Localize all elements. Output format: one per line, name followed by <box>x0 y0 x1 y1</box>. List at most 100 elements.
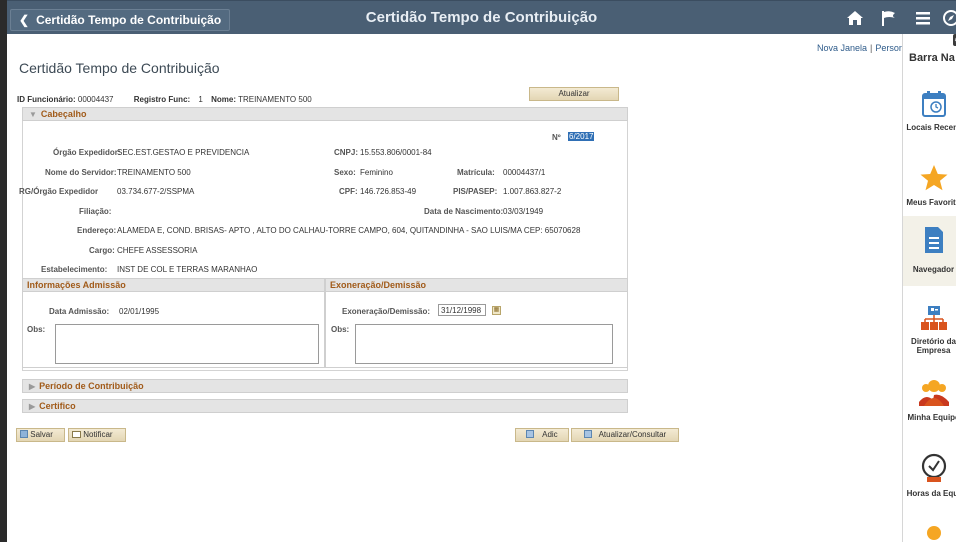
nome-value: TREINAMENTO 500 <box>238 95 312 104</box>
header-links: Nova Janela | Persona <box>817 43 909 53</box>
add-icon <box>526 430 535 438</box>
nav-item-locais-recentes[interactable]: Locais Recent <box>903 84 956 146</box>
orgao-value: SEC.EST.GESTAO E PREVIDENCIA <box>117 148 250 157</box>
calendar-icon[interactable]: ▦ <box>492 306 501 315</box>
id-funcionario-label: ID Funcionário: <box>17 95 76 104</box>
admissao-header: Informações Admissão <box>23 279 324 292</box>
cpf-value: 146.726.853-49 <box>360 187 417 196</box>
adic-button[interactable]: Adic <box>515 428 569 442</box>
admissao-obs-textarea[interactable] <box>55 324 319 364</box>
matricula-value: 00004437/1 <box>503 168 546 177</box>
favoritos-label: Meus Favorito <box>906 198 956 207</box>
atualizar-button[interactable]: Atualizar <box>529 87 619 101</box>
numero-value[interactable]: 6/2017 <box>568 132 595 141</box>
cargo-value: CHEFE ASSESSORIA <box>117 246 198 255</box>
org-chart-icon <box>920 306 947 330</box>
id-funcionario-value: 00004437 <box>77 95 114 104</box>
nome-label: Nome: <box>211 95 236 104</box>
nav-bar-panel: Barra Na Locais Recent Meus Favorito Nav <box>902 34 956 542</box>
atualizar-consultar-label: Atualizar/Consultar <box>598 430 667 439</box>
nav-item-partial[interactable] <box>903 524 956 542</box>
numero-label: Nº <box>552 133 561 142</box>
adic-label: Adic <box>542 430 558 439</box>
certifico-section-header[interactable]: ▶ Certifico <box>22 399 628 413</box>
salvar-label: Salvar <box>30 430 53 439</box>
nav-item-navegador[interactable]: Navegador <box>903 216 956 286</box>
nav-item-favoritos[interactable]: Meus Favorito <box>903 159 956 221</box>
nav-item-diretorio[interactable]: Diretório da Empresa <box>903 304 956 370</box>
exoneracao-label: Exoneração/Demissão: <box>342 307 431 316</box>
estabelecimento-label: Estabelecimento: <box>41 265 108 274</box>
horas-equipe-label: Horas da Equi <box>906 489 956 498</box>
cargo-label: Cargo: <box>89 246 115 255</box>
filiacao-label: Filiação: <box>79 207 112 216</box>
person-icon <box>926 526 941 540</box>
exoneracao-header: Exoneração/Demissão <box>326 279 627 292</box>
home-icon[interactable] <box>845 9 865 29</box>
cpf-label: CPF: <box>339 187 358 196</box>
top-bar: ❮ Certidão Tempo de Contribuição Certidão… <box>7 0 956 34</box>
mail-icon <box>72 431 81 438</box>
periodo-title: Período de Contribuição <box>39 381 144 391</box>
sexo-label: Sexo: <box>334 168 356 177</box>
employee-id-row: ID Funcionário: 00004437 Registro Func: … <box>17 95 312 104</box>
pis-label: PIS/PASEP: <box>453 187 498 196</box>
collapse-triangle-icon: ▼ <box>29 110 37 119</box>
orgao-label: Órgão Expedidor: <box>53 148 121 157</box>
exoneracao-date-input[interactable]: 31/12/1998 <box>438 304 486 316</box>
cnpj-label: CNPJ: <box>334 148 359 157</box>
minha-equipe-label: Minha Equipe <box>907 413 956 422</box>
data-admissao-value: 02/01/1995 <box>119 307 160 316</box>
nav-bar-title: Barra Na <box>909 52 955 64</box>
nome-servidor-value: TREINAMENTO 500 <box>117 168 191 177</box>
certifico-title: Certifico <box>39 401 76 411</box>
flag-icon[interactable] <box>879 9 899 29</box>
nascimento-value: 03/03/1949 <box>503 207 544 216</box>
locais-recentes-label: Locais Recent <box>906 123 956 132</box>
admissao-obs-label: Obs: <box>27 325 46 334</box>
nav-item-horas-equipe[interactable]: Horas da Equi <box>903 452 956 512</box>
nova-janela-link[interactable]: Nova Janela <box>817 43 867 53</box>
matricula-label: Matrícula: <box>457 168 495 177</box>
nav-item-minha-equipe[interactable]: Minha Equipe <box>903 378 956 434</box>
data-admissao-label: Data Admissão: <box>49 307 110 316</box>
navegador-label: Navegador <box>912 265 955 274</box>
endereco-value: ALAMEDA E, COND. BRISAS- APTO , ALTO DO … <box>117 226 581 235</box>
sexo-value: Feminino <box>360 168 393 177</box>
notificar-button[interactable]: Notificar <box>68 428 126 442</box>
salvar-button[interactable]: Salvar <box>16 428 65 442</box>
estabelecimento-value: INST DE COL E TERRAS MARANHAO <box>117 265 258 274</box>
endereco-label: Endereço: <box>77 226 117 235</box>
star-icon <box>920 165 947 191</box>
team-icon <box>918 380 949 406</box>
search-icon <box>583 430 592 438</box>
app-title: Certidão Tempo de Contribuição <box>365 9 598 26</box>
app-window: ❮ Certidão Tempo de Contribuição Certidão… <box>0 0 956 542</box>
nascimento-label: Data de Nascimento: <box>424 207 504 216</box>
pis-value: 1.007.863.827-2 <box>503 187 562 196</box>
rg-label: RG/Órgão Expedidor <box>19 187 99 196</box>
cabecalho-section-header[interactable]: ▼ Cabeçalho <box>22 107 628 121</box>
diretorio-label-2: Empresa <box>916 346 951 355</box>
exoneracao-obs-label: Obs: <box>331 325 350 334</box>
clock-icon <box>921 453 946 482</box>
registro-value: 1 <box>198 95 203 104</box>
recent-places-icon <box>921 91 946 117</box>
expand-triangle-icon: ▶ <box>29 382 36 391</box>
diretorio-label-1: Diretório da <box>911 337 956 346</box>
periodo-section-header[interactable]: ▶ Período de Contribuição <box>22 379 628 393</box>
document-icon <box>924 227 943 253</box>
cabecalho-title: Cabeçalho <box>40 109 87 119</box>
nome-servidor-label: Nome do Servidor: <box>45 168 117 177</box>
registro-label: Registro Func: <box>133 95 191 104</box>
notificar-label: Notificar <box>83 430 113 439</box>
atualizar-consultar-button[interactable]: Atualizar/Consultar <box>571 428 679 442</box>
cnpj-value: 15.553.806/0001-84 <box>360 148 432 157</box>
exoneracao-obs-textarea[interactable] <box>355 324 613 364</box>
page-title: Certidão Tempo de Contribuição <box>19 60 220 76</box>
menu-icon[interactable] <box>913 9 933 29</box>
rg-value: 03.734.677-2/SSPMA <box>117 187 195 196</box>
expand-triangle-icon: ▶ <box>29 402 36 411</box>
compass-icon[interactable] <box>941 9 956 29</box>
save-icon <box>20 430 28 438</box>
